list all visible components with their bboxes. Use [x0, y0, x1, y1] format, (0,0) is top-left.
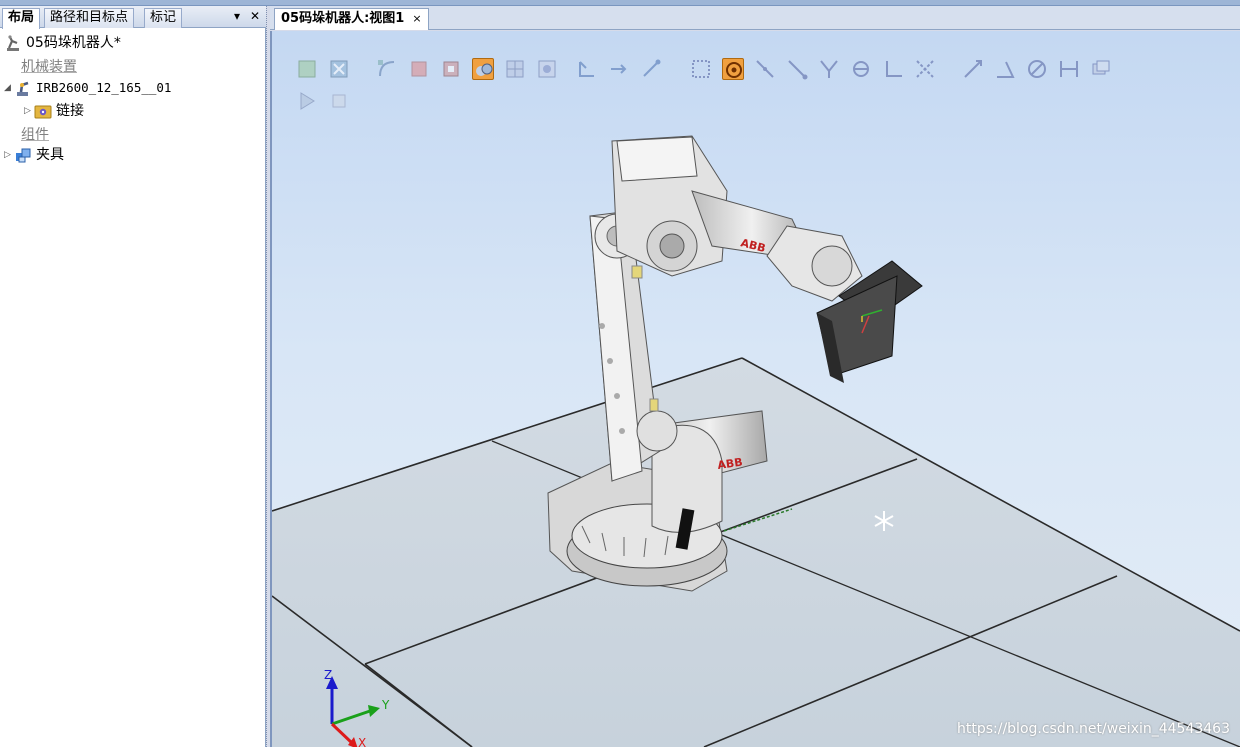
axis-y-label: Y: [381, 698, 390, 712]
collapse-arrow-icon[interactable]: ◢: [4, 77, 14, 99]
tool-icon: [14, 146, 32, 164]
robot-icon: [14, 79, 32, 97]
station-scene[interactable]: ABB ABB Z Y X: [272, 31, 1240, 747]
view-tab-title: 05码垛机器人:视图1: [281, 11, 405, 26]
panel-close-icon[interactable]: ✕: [248, 9, 262, 23]
watermark: https://blog.csdn.net/weixin_44543463: [956, 721, 1230, 737]
application-window: 布局 路径和目标点 标记 ▾ ✕ 05码垛机器人* 机械装置 ◢ IRB2600…: [0, 0, 1240, 747]
components-header: 组件: [21, 127, 49, 143]
tree-robot[interactable]: ◢ IRB2600_12_165__01: [4, 77, 171, 99]
close-view-icon[interactable]: ×: [412, 12, 421, 25]
expand-arrow-icon[interactable]: ▷: [24, 100, 34, 122]
links-label: 链接: [56, 103, 84, 119]
tab-tags[interactable]: 标记: [144, 8, 183, 28]
links-folder-icon: [34, 102, 52, 120]
expand-arrow-icon[interactable]: ▷: [4, 144, 14, 166]
robot-label: IRB2600_12_165__01: [36, 80, 172, 95]
tree-station[interactable]: 05码垛机器人*: [4, 32, 121, 54]
tree-tool[interactable]: ▷ 夹具: [4, 144, 64, 166]
tree-links[interactable]: ▷ 链接: [24, 100, 84, 122]
layout-panel: 布局 路径和目标点 标记 ▾ ✕ 05码垛机器人* 机械装置 ◢ IRB2600…: [0, 6, 266, 747]
station-label: 05码垛机器人*: [26, 35, 121, 51]
viewport-tabs: 05码垛机器人:视图1 ×: [270, 6, 1240, 30]
panel-dropdown-icon[interactable]: ▾: [230, 9, 244, 23]
panel-tabs: 布局 路径和目标点 标记 ▾ ✕: [0, 6, 266, 29]
axis-x-label: X: [358, 736, 366, 747]
station-icon: [4, 34, 22, 52]
tab-layout[interactable]: 布局: [2, 8, 41, 29]
axis-z-label: Z: [324, 668, 332, 682]
viewport-area: 05码垛机器人:视图1 × ABB ABB Z Y X https://blog…: [270, 6, 1240, 747]
tool-label: 夹具: [36, 147, 64, 163]
tab-view1[interactable]: 05码垛机器人:视图1 ×: [274, 8, 429, 30]
tab-paths-targets[interactable]: 路径和目标点: [44, 8, 135, 28]
mechanisms-header: 机械装置: [21, 59, 77, 75]
3d-viewport[interactable]: ABB ABB Z Y X https://blog.csdn.net/weix…: [270, 31, 1240, 747]
